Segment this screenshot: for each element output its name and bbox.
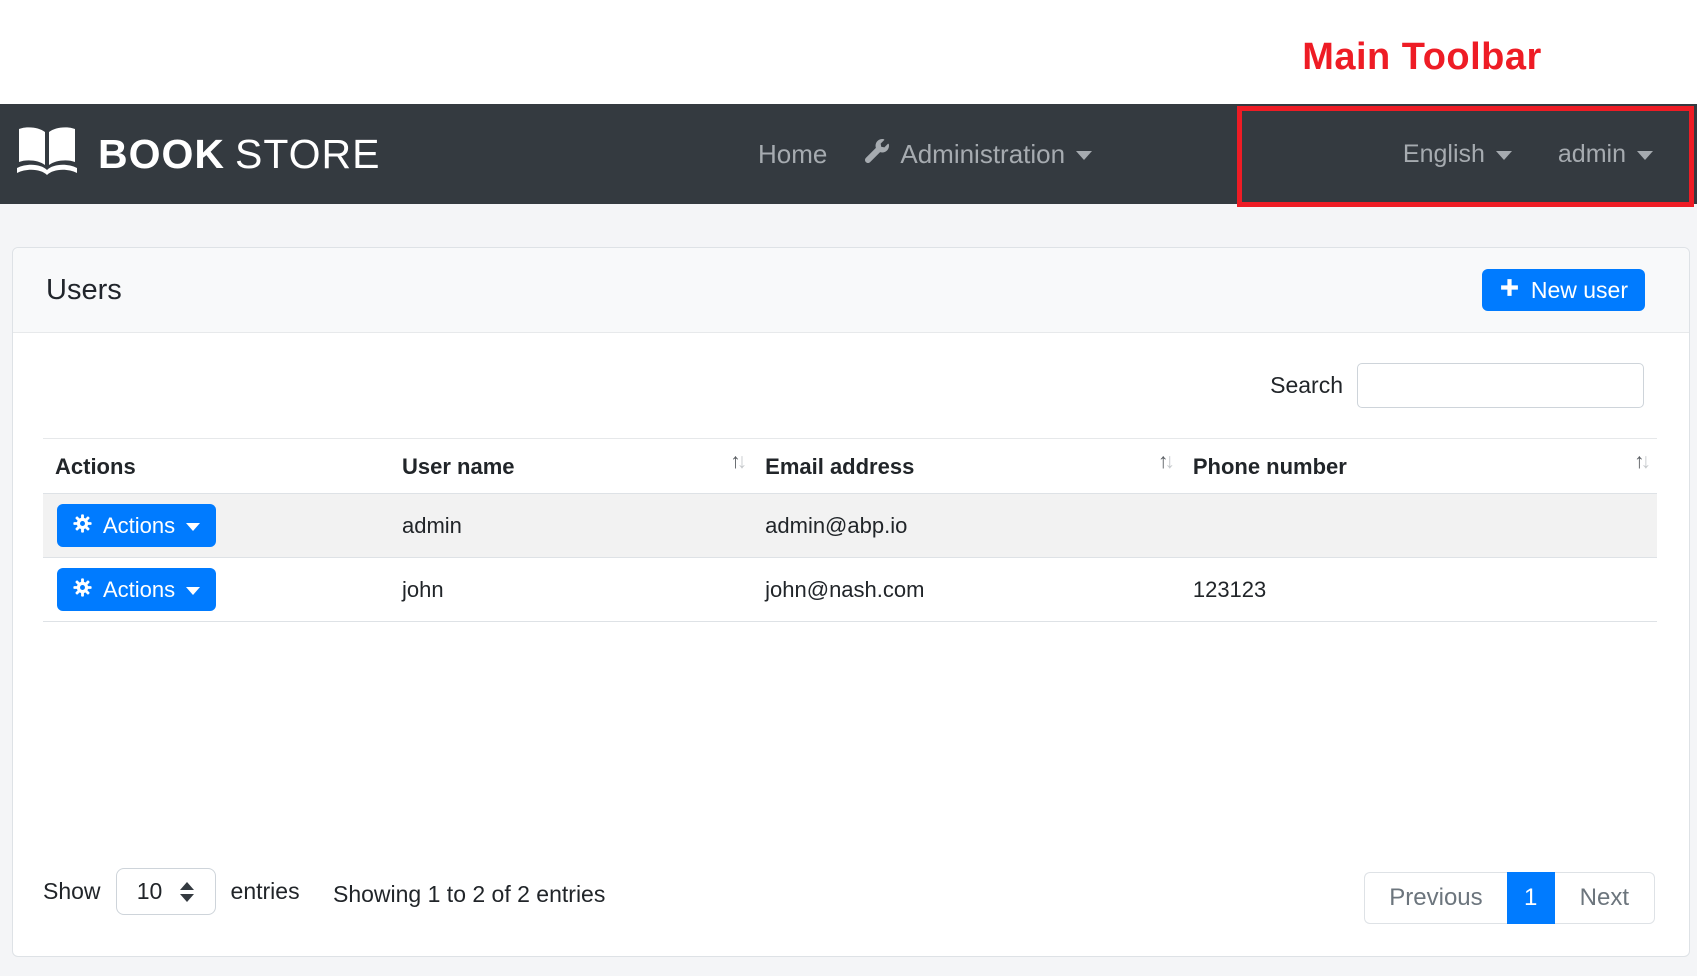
table-row: Actions john john@nash.com 123123: [43, 558, 1657, 622]
column-header-phone-number[interactable]: Phone number ↑↓: [1181, 439, 1657, 494]
users-card: Users New user Search Actions: [12, 247, 1690, 957]
top-navbar: BOOKSTORE Home Administration English ad…: [0, 104, 1697, 204]
show-label: Show: [43, 878, 101, 905]
pagination-page-1[interactable]: 1: [1507, 872, 1555, 924]
caret-down-icon: [1637, 151, 1653, 160]
page-background: Users New user Search Actions: [0, 204, 1697, 976]
new-user-button[interactable]: New user: [1482, 269, 1645, 311]
entries-summary: Showing 1 to 2 of 2 entries: [333, 881, 605, 908]
brand-logo[interactable]: BOOKSTORE: [14, 104, 381, 204]
page-title: Users: [46, 274, 122, 307]
row-actions-button[interactable]: Actions: [57, 568, 216, 611]
cell-phone: 123123: [1181, 558, 1657, 622]
column-header-email-address[interactable]: Email address ↑↓: [753, 439, 1181, 494]
cell-email: john@nash.com: [753, 558, 1181, 622]
column-header-user-name[interactable]: User name ↑↓: [390, 439, 753, 494]
sort-icon: ↑↓: [730, 450, 747, 474]
cell-phone: [1181, 494, 1657, 558]
table-header-row: Actions User name ↑↓ Email address ↑↓ Ph…: [43, 439, 1657, 494]
card-header: Users New user: [13, 248, 1689, 333]
language-dropdown[interactable]: English: [1403, 140, 1512, 169]
plus-icon: [1499, 277, 1520, 304]
pagination: Previous 1 Next: [1364, 872, 1655, 924]
gear-icon: [73, 577, 92, 603]
cell-email: admin@abp.io: [753, 494, 1181, 558]
nav-item-administration[interactable]: Administration: [865, 139, 1092, 170]
nav-item-home[interactable]: Home: [758, 139, 827, 170]
cell-user-name: john: [390, 558, 753, 622]
annotation-main-toolbar: Main Toolbar: [1242, 36, 1602, 79]
users-table: Actions User name ↑↓ Email address ↑↓ Ph…: [43, 438, 1657, 622]
pagination-previous[interactable]: Previous: [1364, 872, 1506, 924]
page-size-group: Show 10 entries: [43, 868, 300, 915]
brand-text: BOOKSTORE: [98, 131, 381, 178]
table-row: Actions admin admin@abp.io: [43, 494, 1657, 558]
gear-icon: [73, 513, 92, 539]
main-toolbar: English admin: [1403, 104, 1653, 204]
open-book-icon: [14, 124, 80, 185]
column-header-actions: Actions: [43, 439, 390, 494]
up-down-stepper-icon: [180, 882, 194, 902]
caret-down-icon: [186, 587, 200, 595]
wrench-icon: [865, 139, 889, 170]
sort-icon: ↑↓: [1634, 450, 1651, 474]
nav-links: Home Administration: [758, 104, 1092, 204]
search-label: Search: [1270, 372, 1343, 399]
search-input[interactable]: [1357, 363, 1644, 408]
caret-down-icon: [1076, 151, 1092, 160]
user-dropdown[interactable]: admin: [1558, 140, 1653, 169]
search-row: Search: [1270, 363, 1644, 408]
pagination-next[interactable]: Next: [1555, 872, 1655, 924]
cell-user-name: admin: [390, 494, 753, 558]
entries-label: entries: [231, 878, 300, 905]
caret-down-icon: [186, 523, 200, 531]
caret-down-icon: [1496, 151, 1512, 160]
sort-icon: ↑↓: [1158, 450, 1175, 474]
row-actions-button[interactable]: Actions: [57, 504, 216, 547]
users-table-wrap: Actions User name ↑↓ Email address ↑↓ Ph…: [43, 438, 1657, 622]
page-size-select[interactable]: 10: [116, 868, 216, 915]
